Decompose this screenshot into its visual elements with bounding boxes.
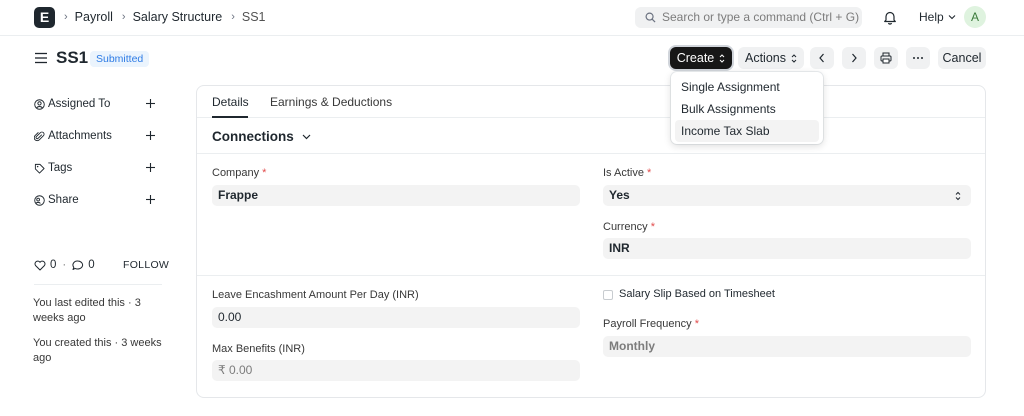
- search-placeholder: Search or type a command (Ctrl + G): [662, 10, 860, 24]
- section-title: Connections: [212, 129, 294, 144]
- share-icon: [34, 194, 45, 206]
- currency-field[interactable]: INR: [603, 238, 971, 259]
- currency-label: Currency *: [603, 221, 655, 233]
- comment-icon[interactable]: [72, 259, 84, 271]
- breadcrumb-salary-structure[interactable]: Salary Structure: [133, 10, 223, 24]
- follow-button[interactable]: FOLLOW: [123, 259, 169, 271]
- required-mark: *: [694, 318, 699, 330]
- sidebar-item-label: Attachments: [48, 130, 112, 142]
- sidebar-item-label: Share: [48, 194, 79, 206]
- create-button[interactable]: Create: [670, 47, 732, 69]
- is-active-label-text: Is Active: [603, 167, 644, 179]
- print-button[interactable]: [874, 47, 898, 69]
- sidebar-item-assigned-to[interactable]: Assigned To: [34, 96, 162, 112]
- salary-slip-timesheet-checkbox[interactable]: [603, 290, 613, 300]
- chevron-down-icon: [302, 134, 311, 140]
- likes-count: 0: [50, 259, 57, 271]
- hamburger-icon[interactable]: [34, 52, 48, 64]
- heart-icon[interactable]: [34, 260, 46, 271]
- section-divider: [197, 153, 985, 154]
- plus-icon[interactable]: [145, 194, 156, 205]
- company-field[interactable]: Frappe: [212, 185, 580, 206]
- sidebar-item-label: Assigned To: [48, 98, 111, 110]
- status-badge: Submitted: [90, 51, 150, 67]
- updown-chevron-icon: [719, 53, 725, 63]
- payroll-frequency-label: Payroll Frequency *: [603, 318, 699, 330]
- breadcrumb: › Payroll › Salary Structure › SS1: [64, 10, 275, 24]
- chevron-right-icon: ›: [121, 11, 126, 23]
- menu-item-income-tax-slab[interactable]: Income Tax Slab: [675, 120, 819, 142]
- search-icon: [645, 12, 656, 23]
- chevron-right-icon: [852, 53, 857, 63]
- required-mark: *: [647, 167, 652, 179]
- menu-item-single-assignment[interactable]: Single Assignment: [675, 76, 819, 98]
- breadcrumb-current[interactable]: SS1: [242, 10, 266, 24]
- required-mark: *: [650, 221, 655, 233]
- chevron-right-icon: ›: [231, 11, 235, 23]
- sidebar-item-share[interactable]: Share: [34, 192, 162, 208]
- is-active-label: Is Active *: [603, 167, 651, 179]
- avatar[interactable]: A: [964, 6, 986, 28]
- create-label: Create: [676, 51, 715, 65]
- required-mark: *: [262, 167, 267, 179]
- user-icon: [34, 98, 45, 110]
- is-active-value: Yes: [609, 188, 630, 202]
- max-benefits-label: Max Benefits (INR): [212, 343, 305, 355]
- printer-icon: [880, 52, 892, 64]
- tag-icon: [34, 163, 45, 174]
- leave-encashment-label: Leave Encashment Amount Per Day (INR): [212, 289, 419, 301]
- tab-earnings-deductions[interactable]: Earnings & Deductions: [270, 95, 392, 109]
- more-horizontal-icon: [913, 57, 923, 59]
- updown-chevron-icon: [955, 191, 961, 201]
- paperclip-icon: [34, 131, 45, 141]
- plus-icon[interactable]: [145, 98, 156, 109]
- company-label: Company *: [212, 167, 266, 179]
- tab-details[interactable]: Details: [212, 95, 249, 109]
- actions-label: Actions: [745, 51, 786, 65]
- top-navbar: E › Payroll › Salary Structure › SS1 Sea…: [0, 0, 1024, 36]
- is-active-select[interactable]: Yes: [603, 185, 971, 206]
- create-dropdown-menu: Single Assignment Bulk Assignments Incom…: [671, 72, 823, 144]
- form-tabs: Details Earnings & Deductions: [197, 86, 985, 118]
- chevron-down-icon: [948, 15, 956, 20]
- currency-label-text: Currency: [603, 221, 648, 233]
- payroll-frequency-label-text: Payroll Frequency: [603, 318, 692, 330]
- sidebar-item-tags[interactable]: Tags: [34, 160, 162, 176]
- app-logo[interactable]: E: [34, 7, 55, 28]
- cancel-button[interactable]: Cancel: [938, 47, 986, 69]
- page-title: SS1: [56, 48, 89, 67]
- form-card: Details Earnings & Deductions Connection…: [196, 85, 986, 398]
- help-menu[interactable]: Help: [919, 10, 956, 24]
- max-benefits-field[interactable]: ₹ 0.00: [212, 360, 580, 381]
- sidebar-divider: [34, 284, 162, 285]
- comments-count: 0: [88, 259, 95, 271]
- separator-dot: ·: [62, 259, 67, 271]
- menu-item-bulk-assignments[interactable]: Bulk Assignments: [675, 98, 819, 120]
- sidebar-item-attachments[interactable]: Attachments: [34, 128, 162, 144]
- section-divider: [197, 275, 985, 276]
- previous-doc-button[interactable]: [810, 47, 834, 69]
- help-label: Help: [919, 10, 944, 24]
- connections-section-toggle[interactable]: Connections: [212, 129, 311, 144]
- plus-icon[interactable]: [145, 162, 156, 173]
- activity-last-edited: You last edited this · 3 weeks ago: [33, 297, 141, 324]
- activity-created: You created this · 3 weeks ago: [33, 337, 162, 364]
- active-tab-indicator: [212, 116, 248, 118]
- bell-icon[interactable]: [883, 10, 897, 25]
- chevron-left-icon: [819, 53, 824, 63]
- plus-icon[interactable]: [145, 130, 156, 141]
- company-label-text: Company: [212, 167, 260, 179]
- updown-chevron-icon: [791, 53, 797, 63]
- next-doc-button[interactable]: [842, 47, 866, 69]
- breadcrumb-payroll[interactable]: Payroll: [75, 10, 113, 24]
- actions-button[interactable]: Actions: [738, 47, 804, 69]
- search-bar[interactable]: Search or type a command (Ctrl + G): [635, 7, 862, 28]
- salary-slip-timesheet-label: Salary Slip Based on Timesheet: [619, 288, 775, 300]
- sidebar-item-label: Tags: [48, 162, 73, 174]
- leave-encashment-field[interactable]: 0.00: [212, 307, 580, 328]
- chevron-right-icon: ›: [64, 11, 68, 23]
- payroll-frequency-field[interactable]: Monthly: [603, 336, 971, 357]
- more-button[interactable]: [906, 47, 930, 69]
